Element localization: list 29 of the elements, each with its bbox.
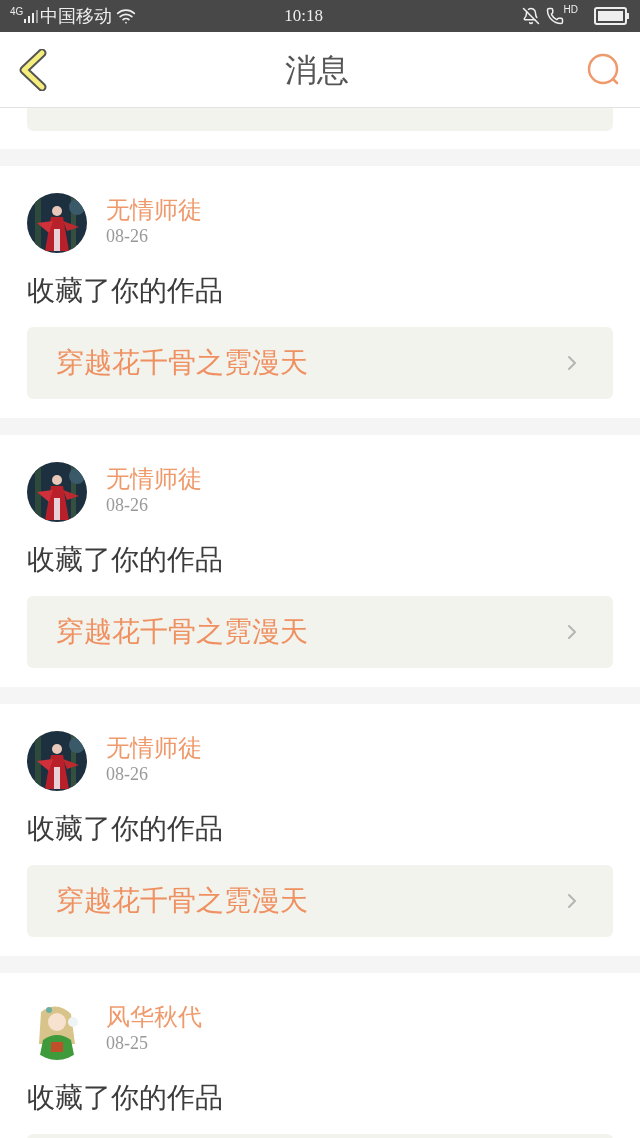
network-type: 4G [10,5,24,19]
message-date: 08-26 [106,225,149,247]
message-text: 收藏了你的作品 [27,813,224,845]
work-title: 穿越花千骨之霓漫天 [56,884,308,918]
message-date: 08-25 [106,1032,149,1054]
bell-off-icon [521,7,540,25]
link-card[interactable]: 穿越花千骨之霓漫天 [27,865,613,937]
work-title: 穿越花千骨之霓漫天 [56,615,308,649]
message-text: 收藏了你的作品 [27,1082,224,1114]
back-button[interactable] [18,48,48,91]
battery-icon [594,7,630,25]
link-card[interactable]: 穿越花千骨之霓漫天 [27,327,613,399]
link-card[interactable]: 穿越花千骨之霓漫天 [27,596,613,668]
message-date: 08-26 [106,763,149,785]
user-name[interactable]: 无情师徒 [106,195,202,225]
signal-icon [24,9,39,23]
user-name[interactable]: 无情师徒 [106,733,202,763]
phone-icon [545,7,564,25]
message-date: 08-26 [106,494,149,516]
user-name[interactable]: 无情师徒 [106,464,202,494]
message-text: 收藏了你的作品 [27,544,224,576]
carrier-name: 中国移动 [40,4,113,28]
message-text: 收藏了你的作品 [27,275,224,307]
hd-label: HD [563,5,578,15]
page-title: 消息 [285,50,349,90]
user-name[interactable]: 风华秋代 [106,1002,202,1032]
wifi-icon [116,6,137,26]
work-title: 穿越花千骨之霓漫天 [56,346,308,380]
clock: 10:18 [284,5,324,28]
